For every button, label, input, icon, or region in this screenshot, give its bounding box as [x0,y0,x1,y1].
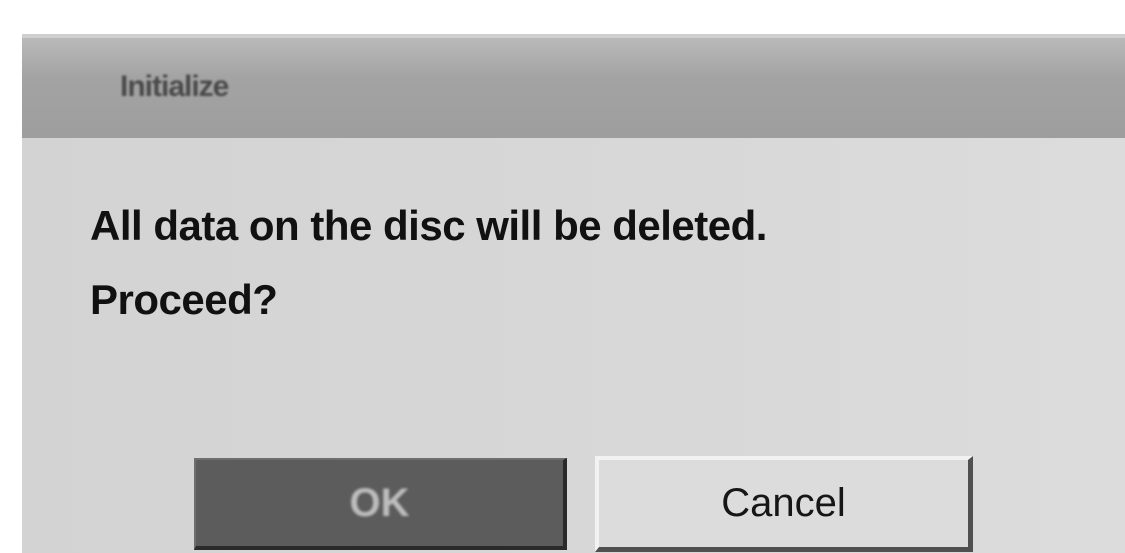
warning-message: All data on the disc will be deleted. [90,202,767,249]
dialog-body: All data on the disc will be deleted. Pr… [22,138,1125,553]
dialog-title-bar: Initialize [22,34,1125,138]
initialize-dialog: Initialize All data on the disc will be … [22,34,1125,553]
ok-button[interactable]: OK [194,458,567,550]
cancel-button[interactable]: Cancel [595,456,973,552]
confirm-question: Proceed? [90,276,278,323]
dialog-title: Initialize [120,70,229,103]
cancel-button-label: Cancel [721,481,846,525]
ok-button-label: OK [349,480,410,525]
